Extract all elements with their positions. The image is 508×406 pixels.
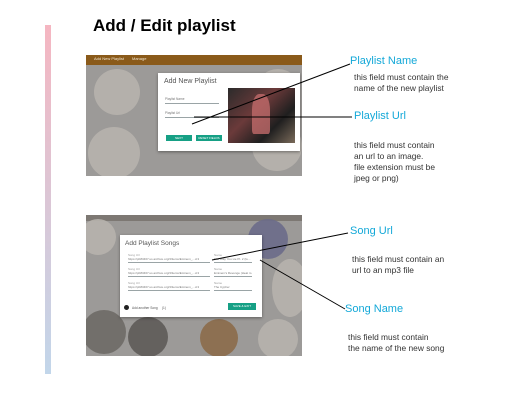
song-url-annotation: Song Url (350, 225, 393, 237)
song-name-annotation: Song Name (345, 303, 404, 315)
song-name-pointer (259, 259, 346, 310)
playlist-url-annotation: Playlist Url (354, 110, 406, 122)
playlist-name-pointer (191, 63, 351, 125)
song-url-pointer (211, 232, 349, 261)
song-name-description: this field must contain the name of the … (348, 332, 445, 353)
song-url-description: this field must contain an url to an mp3… (352, 254, 445, 275)
playlist-url-description: this field must contain an url to an ima… (354, 140, 436, 183)
playlist-name-description: this field must contain the name of the … (354, 72, 449, 93)
playlist-name-annotation: Playlist Name (350, 55, 418, 67)
